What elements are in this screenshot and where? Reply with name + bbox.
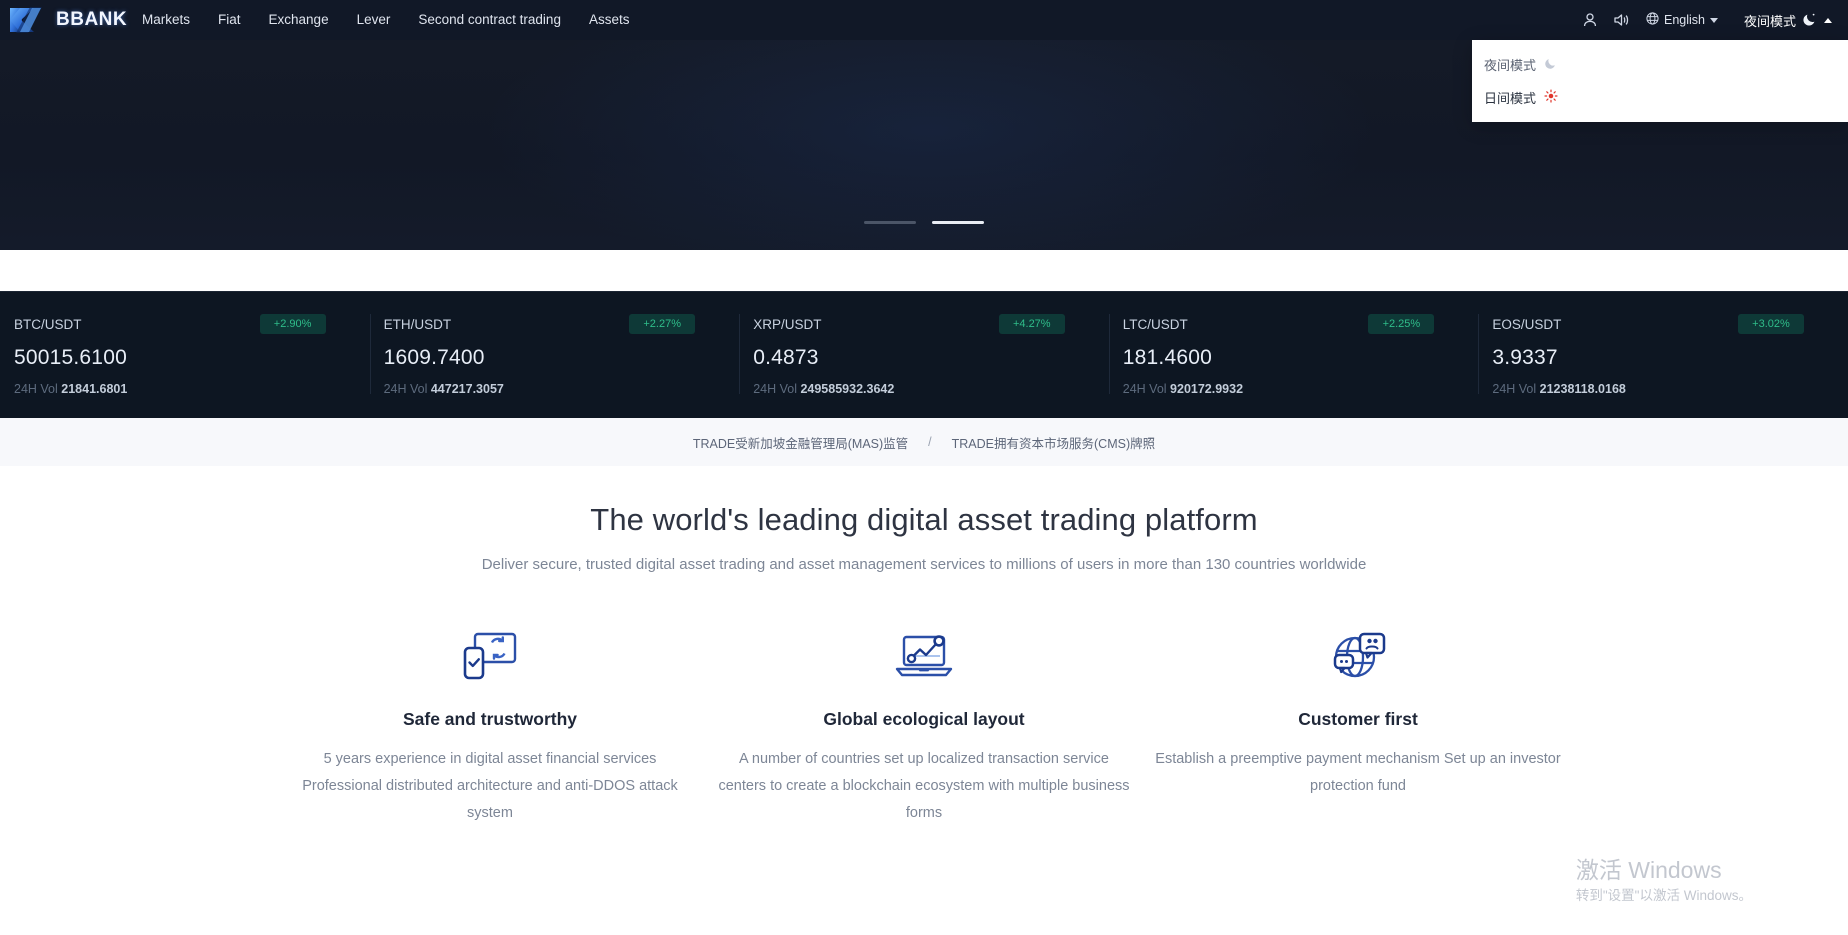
nav-item-second-contract-trading[interactable]: Second contract trading [404,0,575,40]
ticker-change-badge: +2.90% [259,314,326,334]
nav-item-exchange[interactable]: Exchange [255,0,343,40]
ticker-volume-value: 21238118.0168 [1539,382,1626,396]
theme-dropdown-menu: 夜间模式 日间模式 [1472,40,1848,122]
ticker-volume: 24H Vol 249585932.3642 [753,382,1109,396]
user-icon[interactable] [1574,0,1606,40]
nav-item-lever[interactable]: Lever [343,0,405,40]
carousel-dot-2[interactable] [932,221,984,224]
site-logo[interactable]: BBANK [0,0,127,40]
ticker-pair: ETH/USDT [383,316,452,332]
regulation-mas-text: TRADE受新加坡金融管理局(MAS)监管 [692,436,909,451]
regulation-separator: / [928,435,932,449]
ticker-pair: XRP/USDT [753,316,822,332]
ticker-header: LTC/USDT +2.25% [1123,314,1479,334]
globe-icon [1646,12,1659,28]
ticker-item-eos[interactable]: EOS/USDT +3.02% 3.9337 24H Vol 21238118.… [1478,292,1848,418]
ticker-price: 0.4873 [753,346,819,369]
nav-item-fiat[interactable]: Fiat [204,0,255,40]
sun-icon [1544,89,1558,106]
feature-description: Establish a preemptive payment mechanism… [1155,751,1561,794]
page-subtitle: Deliver secure, trusted digital asset tr… [481,556,1367,573]
feature-description: A number of countries set up localized t… [718,751,1130,821]
feature-title: Global ecological layout [823,709,1025,729]
theme-option-day[interactable]: 日间模式 [1472,81,1848,114]
ticker-volume-value: 920172.9932 [1170,382,1244,396]
ticker-volume: 24H Vol 21841.6801 [14,382,370,396]
header-actions: English 夜间模式 [1574,0,1848,40]
ticker-price: 1609.7400 [383,346,485,369]
ticker-volume-label: 24H Vol [1122,382,1167,396]
ticker-change-badge: +4.27% [998,314,1065,334]
feature-customer-first: Customer first Establish a preemptive pa… [1141,625,1575,827]
ticker-change-badge: +3.02% [1737,314,1804,334]
ticker-price: 50015.6100 [14,346,127,369]
main-nav: Markets Fiat Exchange Lever Second contr… [128,0,643,40]
regulation-cms-text: TRADE拥有资本市场服务(CMS)牌照 [951,436,1156,451]
carousel-dot-1[interactable] [864,221,916,224]
feature-title: Customer first [1298,709,1418,729]
ticker-header: EOS/USDT +3.02% [1492,314,1848,334]
ticker-item-btc[interactable]: BTC/USDT +2.90% 50015.6100 24H Vol 21841… [0,292,370,418]
market-ticker-bar: BTC/USDT +2.90% 50015.6100 24H Vol 21841… [0,291,1848,418]
ticker-header: ETH/USDT +2.27% [384,314,740,334]
moon-icon [1544,56,1558,73]
page-title: The world's leading digital asset tradin… [590,502,1258,537]
theme-option-day-label: 日间模式 [1484,91,1537,106]
regulation-bar: TRADE受新加坡金融管理局(MAS)监管 / TRADE拥有资本市场服务(CM… [0,418,1848,466]
feature-description: 5 years experience in digital asset fina… [302,751,678,821]
nav-item-markets[interactable]: Markets [128,0,204,40]
main-content: The world's leading digital asset tradin… [0,466,1848,935]
language-selector[interactable]: English [1638,12,1726,28]
ticker-volume: 24H Vol 21238118.0168 [1492,382,1848,396]
feature-list: Safe and trustworthy 5 years experience … [0,625,1848,827]
theme-label: 夜间模式 [1743,13,1796,29]
chevron-up-icon [1824,17,1832,23]
theme-option-night-label: 夜间模式 [1484,58,1537,73]
speaker-icon[interactable] [1606,0,1638,40]
feature-safe-and-trustworthy: Safe and trustworthy 5 years experience … [273,625,707,827]
ticker-volume-label: 24H Vol [14,382,58,396]
ticker-volume-label: 24H Vol [1492,382,1537,396]
ticker-pair: LTC/USDT [1122,316,1188,332]
monitor-sync-phone-icon [283,625,697,687]
theme-option-night[interactable]: 夜间模式 [1472,48,1848,81]
feature-title: Safe and trustworthy [402,709,578,729]
ticker-price: 3.9337 [1492,346,1558,369]
ticker-volume-value: 447217.3057 [430,382,504,396]
ticker-header: XRP/USDT +4.27% [753,314,1109,334]
ticker-volume-value: 21841.6801 [61,382,128,396]
page-root: BBANK Markets Fiat Exchange Lever Second… [0,0,1848,935]
ticker-pair: EOS/USDT [1492,316,1562,332]
ticker-volume-label: 24H Vol [753,382,797,396]
language-label: English [1663,13,1705,27]
ticker-pair: BTC/USDT [14,316,82,332]
ticker-change-badge: +2.25% [1368,314,1435,334]
ticker-volume-label: 24H Vol [383,382,428,396]
hero-glow [480,40,1380,250]
ticker-volume-value: 249585932.3642 [800,382,895,396]
ticker-item-eth[interactable]: ETH/USDT +2.27% 1609.7400 24H Vol 447217… [369,292,740,418]
moon-icon [1802,11,1818,30]
globe-support-chat-icon [1151,625,1565,687]
theme-toggle-button[interactable]: 夜间模式 [1726,11,1838,30]
ticker-change-badge: +2.27% [629,314,696,334]
laptop-chart-icon [717,625,1131,687]
ticker-price: 181.4600 [1122,346,1212,369]
top-header: BBANK Markets Fiat Exchange Lever Second… [0,0,1848,40]
ticker-volume: 24H Vol 920172.9932 [1123,382,1479,396]
nav-item-assets[interactable]: Assets [575,0,644,40]
carousel-dots [864,221,984,224]
ticker-item-xrp[interactable]: XRP/USDT +4.27% 0.4873 24H Vol 249585932… [739,292,1109,418]
ticker-header: BTC/USDT +2.90% [14,314,370,334]
k-logo-icon [8,5,54,35]
ticker-volume: 24H Vol 447217.3057 [384,382,740,396]
logo-text: BBANK [56,9,128,30]
ticker-item-ltc[interactable]: LTC/USDT +2.25% 181.4600 24H Vol 920172.… [1108,292,1479,418]
feature-global-ecological-layout: Global ecological layout A number of cou… [707,625,1141,827]
chevron-down-icon [1709,17,1718,23]
